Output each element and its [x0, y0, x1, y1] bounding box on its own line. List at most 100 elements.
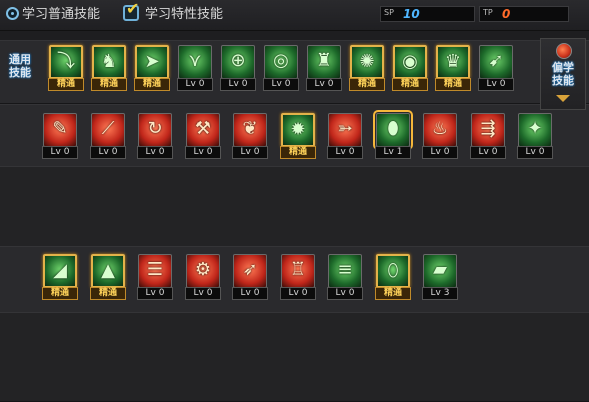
rail-icon: ≡: [337, 259, 353, 280]
skill-level-label: 精通: [91, 78, 127, 91]
spacer-row: [0, 166, 589, 248]
missile-icon: ▲: [101, 260, 115, 281]
skill-frame: ◎: [264, 45, 298, 79]
skill-level-label: Lv 0: [177, 78, 213, 91]
skill-frame: ◢: [43, 254, 77, 288]
skill-level-label: Lv 0: [263, 78, 299, 91]
skill-level-label: 精通: [280, 146, 316, 159]
skill-frame: ✎: [43, 113, 77, 147]
skill-slot[interactable]: ◢ 精通: [42, 254, 78, 300]
skill-slot[interactable]: ⟋ Lv 0: [90, 113, 126, 159]
skill-level-label: Lv 1: [375, 146, 411, 159]
skill-slot[interactable]: ♛ 精通: [435, 45, 471, 91]
skill-slot[interactable]: ⤵ 精通: [48, 45, 84, 91]
common-skills-label: 通用 技能: [9, 53, 31, 79]
skill-frame: ⚙: [186, 254, 220, 288]
skill-frame: ❦: [233, 113, 267, 147]
burst-icon: ✹: [290, 119, 306, 140]
skill-slot[interactable]: ✹ 精通: [280, 113, 316, 159]
skill-slot[interactable]: ♜ Lv 0: [306, 45, 342, 91]
skill-frame: ⊕: [221, 45, 255, 79]
skill-slot[interactable]: ⊕ Lv 0: [220, 45, 256, 91]
skill-level-label: Lv 0: [478, 78, 514, 91]
skill-slot[interactable]: ⬮ Lv 1: [373, 110, 413, 159]
bullet-icon: ➳: [337, 118, 353, 139]
soldier-icon: ♜: [315, 50, 333, 71]
eye-icon: ◉: [402, 51, 418, 72]
skill-frame: ➶: [233, 254, 267, 288]
skill-level-label: Lv 0: [517, 146, 553, 159]
knife-icon: ✎: [52, 118, 68, 139]
skill-frame: ✺: [350, 45, 384, 79]
skill-slot[interactable]: ➶ Lv 0: [232, 254, 268, 300]
gatling-icon: ☰: [146, 259, 164, 280]
pick-icon: ⚒: [194, 118, 212, 139]
fire-icon: ♨: [431, 118, 449, 139]
checkmark-icon: ✔: [126, 0, 140, 18]
skill-frame: ◉: [393, 45, 427, 79]
slash-icon: ⟋: [101, 118, 115, 139]
skill-slot[interactable]: ♨ Lv 0: [422, 113, 458, 159]
skill-level-label: Lv 0: [470, 146, 506, 159]
skill-level-label: Lv 0: [185, 287, 221, 300]
sp-value: 10: [403, 7, 420, 21]
tp-label: TP: [483, 8, 493, 17]
skill-level-label: 精通: [134, 78, 170, 91]
tp-value: 0: [502, 7, 511, 21]
skill-slot[interactable]: ➹ Lv 0: [478, 45, 514, 91]
skill-frame: ⟋: [91, 113, 125, 147]
skill-frame: ⬯: [376, 254, 410, 288]
skill-slot[interactable]: ≡ Lv 0: [327, 254, 363, 300]
chevron-down-icon: [556, 95, 570, 102]
skill-level-label: Lv 0: [220, 78, 256, 91]
skill-frame: ≡: [328, 254, 362, 288]
gear-icon: ⚙: [194, 259, 212, 280]
skill-slot[interactable]: ⇶ Lv 0: [470, 113, 506, 159]
skill-level-label: 精通: [42, 287, 78, 300]
skill-frame: ➳: [328, 113, 362, 147]
skill-slot[interactable]: ➤ 精通: [134, 45, 170, 91]
skill-frame: ♞: [92, 45, 126, 79]
class-skills-button[interactable]: 偏学 技能: [540, 38, 586, 110]
skill-slot[interactable]: ☰ Lv 0: [137, 254, 173, 300]
skill-slot[interactable]: ♞ 精通: [91, 45, 127, 91]
skill-slot[interactable]: ▰ Lv 3: [422, 254, 458, 300]
skill-level-label: Lv 0: [232, 146, 268, 159]
skill-frame: ♖: [281, 254, 315, 288]
class-skills-label: 偏学 技能: [552, 61, 574, 87]
skill-slot[interactable]: ⚙ Lv 0: [185, 254, 221, 300]
shout-icon: ✺: [359, 51, 375, 72]
skill-slot[interactable]: ▲ 精通: [90, 254, 126, 300]
fall-icon: ⤵: [57, 51, 75, 72]
skill-slot[interactable]: ✺ 精通: [349, 45, 385, 91]
dash-icon: ➤: [144, 51, 160, 72]
skill-slot[interactable]: ◎ Lv 0: [263, 45, 299, 91]
skill-frame: ⤵: [49, 45, 83, 79]
skill-frame: ↻: [138, 113, 172, 147]
skill-level-label: Lv 0: [137, 287, 173, 300]
skill-level-label: 精通: [48, 78, 84, 91]
skill-level-label: Lv 0: [137, 146, 173, 159]
sp-label: SP: [384, 8, 394, 17]
skill-slot[interactable]: ⚒ Lv 0: [185, 113, 221, 159]
skill-slot[interactable]: ◉ 精通: [392, 45, 428, 91]
skill-slot[interactable]: ↻ Lv 0: [137, 113, 173, 159]
skill-slot[interactable]: ⋎ Lv 0: [177, 45, 213, 91]
crosshair-icon: ⊕: [230, 50, 246, 71]
skill-frame: ✹: [281, 113, 315, 147]
skill-slot[interactable]: ⬯ 精通: [375, 254, 411, 300]
skill-level-label: 精通: [90, 287, 126, 300]
fighter-icon: ♛: [444, 51, 462, 72]
skill-slot[interactable]: ➳ Lv 0: [327, 113, 363, 159]
run-icon: ➹: [488, 50, 504, 71]
target-icon: ◎: [273, 50, 289, 71]
skill-slot[interactable]: ♖ Lv 0: [280, 254, 316, 300]
skill-level-label: 精通: [392, 78, 428, 91]
skill-slot[interactable]: ✦ Lv 0: [517, 113, 553, 159]
skill-slot[interactable]: ❦ Lv 0: [232, 113, 268, 159]
skill-level-label: Lv 0: [232, 287, 268, 300]
crouch-icon: ♞: [100, 51, 118, 72]
skill-slot[interactable]: ✎ Lv 0: [42, 113, 78, 159]
skill-frame: ▰: [423, 254, 457, 288]
top-bar: 学习普通技能 ✔ 学习特性技能 SP 10 TP 0: [0, 0, 589, 31]
